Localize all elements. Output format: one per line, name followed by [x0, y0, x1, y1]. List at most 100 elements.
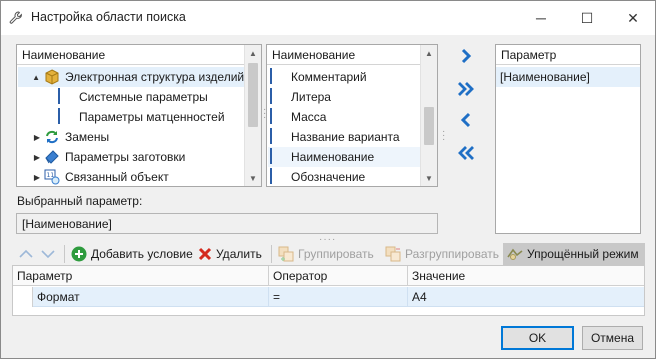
cell-operator[interactable]: = [269, 287, 408, 307]
vertical-splitter[interactable]: ··· [442, 127, 446, 145]
ungroup-label: Разгруппировать [405, 247, 500, 261]
linked-object-icon: 11 [44, 169, 60, 185]
tree-item-label: Электронная структура изделий [65, 70, 245, 84]
add-condition-label: Добавить условие [91, 247, 193, 261]
close-button[interactable]: ✕ [610, 1, 656, 35]
minimize-button[interactable]: ─ [518, 1, 564, 35]
expand-arrow-icon[interactable]: ▶ [18, 153, 44, 162]
chosen-parameter-value: [Наименование] [22, 217, 112, 231]
double-chevron-left-icon [458, 146, 474, 160]
chosen-parameter-field[interactable]: [Наименование] [16, 213, 438, 234]
tree-item[interactable]: ▲ Электронная структура изделий [18, 67, 245, 87]
ok-label: OK [528, 331, 547, 345]
attribute-item[interactable]: Обозначение [268, 167, 420, 187]
cancel-label: Отмена [590, 331, 635, 345]
conditions-grid[interactable]: Параметр Оператор Значение Формат = А4 [12, 265, 645, 316]
parameter-column-header[interactable]: Параметр [496, 45, 640, 65]
expand-arrow-icon[interactable]: ▶ [18, 133, 44, 142]
add-circle-icon [71, 246, 87, 262]
ungroup-button[interactable]: Разгруппировать [385, 243, 499, 265]
wrench-icon [9, 11, 22, 24]
tree-item-label: Связанный объект [65, 170, 169, 184]
replace-icon [44, 129, 60, 145]
attribute-scrollbar[interactable]: ▲ ▼ [420, 45, 437, 186]
cell-value[interactable]: А4 [408, 287, 644, 307]
close-icon: ✕ [627, 9, 639, 26]
attribute-item-label: Название варианта [291, 130, 400, 144]
tree-item[interactable]: Системные параметры [18, 87, 245, 107]
attribute-icon [270, 168, 286, 185]
tree-item[interactable]: ▶ Параметры заготовки [18, 147, 245, 167]
tree-item[interactable]: ▶ Замены [18, 127, 245, 147]
expand-arrow-icon[interactable]: ▶ [18, 173, 44, 182]
remove-all-button[interactable] [455, 142, 477, 164]
tree-column-header[interactable]: Наименование [17, 45, 261, 65]
column-header-parameter[interactable]: Параметр [13, 266, 269, 286]
attribute-icon [270, 68, 286, 85]
scroll-down-icon[interactable]: ▼ [245, 170, 261, 186]
add-selected-button[interactable] [455, 45, 477, 67]
dialog-window: Настройка области поиска ─ ☐ ✕ Наименова… [0, 0, 656, 359]
column-header-value[interactable]: Значение [408, 266, 644, 286]
list-item[interactable]: [Наименование] [496, 67, 640, 87]
delete-label: Удалить [216, 247, 262, 261]
cell-text: Формат [37, 290, 80, 304]
maximize-button[interactable]: ☐ [564, 1, 610, 35]
tree-item[interactable]: ▶ 11 Связанный объект [18, 167, 245, 187]
scroll-up-icon[interactable]: ▲ [421, 45, 437, 61]
scroll-thumb[interactable] [424, 107, 434, 145]
attribute-icon [270, 148, 286, 165]
scroll-thumb[interactable] [248, 63, 258, 127]
chosen-parameter-label: Выбранный параметр: [17, 194, 143, 208]
row-indicator[interactable] [13, 287, 33, 307]
move-down-button[interactable] [41, 243, 55, 265]
simplified-mode-icon [507, 248, 523, 260]
tree-item[interactable]: Параметры матценностей [18, 107, 245, 127]
scroll-down-icon[interactable]: ▼ [421, 170, 437, 186]
delete-button[interactable]: Удалить [198, 243, 262, 265]
attribute-list[interactable]: Наименование Комментарий Литера Масса Назва… [266, 44, 438, 187]
tree-item-label: Параметры матценностей [79, 110, 225, 124]
chevron-right-icon [461, 48, 472, 64]
ok-button[interactable]: OK [501, 326, 574, 350]
remove-selected-button[interactable] [455, 109, 477, 131]
tree-item-label: Параметры заготовки [65, 150, 186, 164]
attribute-item[interactable]: Название варианта [268, 127, 420, 147]
delete-x-icon [198, 247, 212, 261]
collapse-arrow-icon[interactable]: ▲ [18, 73, 44, 82]
minimize-icon: ─ [536, 10, 546, 26]
group-button[interactable]: Группировать [278, 243, 374, 265]
attribute-icon [270, 108, 286, 125]
blank-parameters-icon [44, 149, 60, 165]
attribute-column-header[interactable]: Наименование [267, 45, 437, 65]
maximize-icon: ☐ [580, 9, 594, 26]
attribute-icon [270, 88, 286, 105]
attribute-item[interactable]: Наименование [268, 147, 420, 167]
move-up-button[interactable] [19, 243, 33, 265]
window-title: Настройка области поиска [31, 10, 186, 24]
ungroup-icon [385, 246, 401, 262]
list-item-label: [Наименование] [500, 70, 590, 84]
simplified-mode-toggle[interactable]: Упрощённый режим [503, 243, 645, 265]
cancel-button[interactable]: Отмена [582, 326, 643, 350]
cell-parameter[interactable]: Формат [33, 287, 269, 307]
attribute-item[interactable]: Масса [268, 107, 420, 127]
cell-text: А4 [412, 290, 427, 304]
attribute-item[interactable]: Литера [268, 87, 420, 107]
column-header-operator[interactable]: Оператор [269, 266, 408, 286]
add-all-button[interactable] [455, 78, 477, 100]
chevron-left-icon [460, 112, 471, 128]
attribute-icon [270, 128, 286, 145]
attribute-item[interactable]: Комментарий [268, 67, 420, 87]
toolbar-separator [64, 245, 65, 263]
title-bar: Настройка области поиска ─ ☐ ✕ [1, 1, 655, 35]
double-chevron-right-icon [458, 82, 474, 96]
attribute-item-label: Обозначение [291, 170, 366, 184]
add-condition-button[interactable]: Добавить условие [71, 243, 193, 265]
tree-scrollbar[interactable]: ▲ ▼ [244, 45, 261, 186]
selected-parameters-list[interactable]: Параметр [Наименование] [495, 44, 641, 234]
object-tree[interactable]: Наименование ▲ Электронная структура изде… [16, 44, 262, 187]
scroll-up-icon[interactable]: ▲ [245, 45, 261, 61]
attribute-item-label: Масса [291, 110, 327, 124]
cell-text: = [273, 290, 281, 304]
